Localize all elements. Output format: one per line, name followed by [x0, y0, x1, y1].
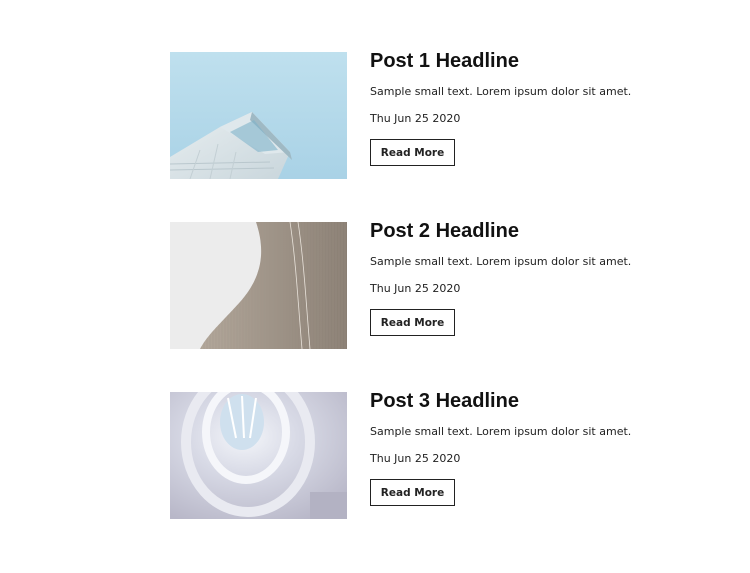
post-card: Post 3 Headline Sample small text. Lorem… — [170, 391, 631, 519]
post-date: Thu Jun 25 2020 — [370, 282, 461, 295]
post-card: Post 2 Headline Sample small text. Lorem… — [170, 221, 631, 349]
post-excerpt: Sample small text. Lorem ipsum dolor sit… — [370, 425, 632, 438]
post-date: Thu Jun 25 2020 — [370, 112, 461, 125]
post-thumbnail-spiral-staircase[interactable] — [170, 392, 347, 519]
read-more-button[interactable]: Read More — [370, 139, 455, 166]
post-excerpt: Sample small text. Lorem ipsum dolor sit… — [370, 255, 632, 268]
post-headline[interactable]: Post 3 Headline — [370, 391, 519, 411]
post-headline[interactable]: Post 2 Headline — [370, 221, 519, 241]
post-date: Thu Jun 25 2020 — [370, 452, 461, 465]
read-more-button[interactable]: Read More — [370, 309, 455, 336]
post-headline[interactable]: Post 1 Headline — [370, 51, 519, 71]
post-card: Post 1 Headline Sample small text. Lorem… — [170, 51, 631, 179]
post-thumbnail-building-corner[interactable] — [170, 52, 347, 179]
curved-facade-image — [170, 222, 347, 349]
post-excerpt: Sample small text. Lorem ipsum dolor sit… — [370, 85, 632, 98]
spiral-staircase-image — [170, 392, 347, 519]
building-corner-image — [170, 52, 347, 179]
read-more-button[interactable]: Read More — [370, 479, 455, 506]
post-thumbnail-curved-facade[interactable] — [170, 222, 347, 349]
